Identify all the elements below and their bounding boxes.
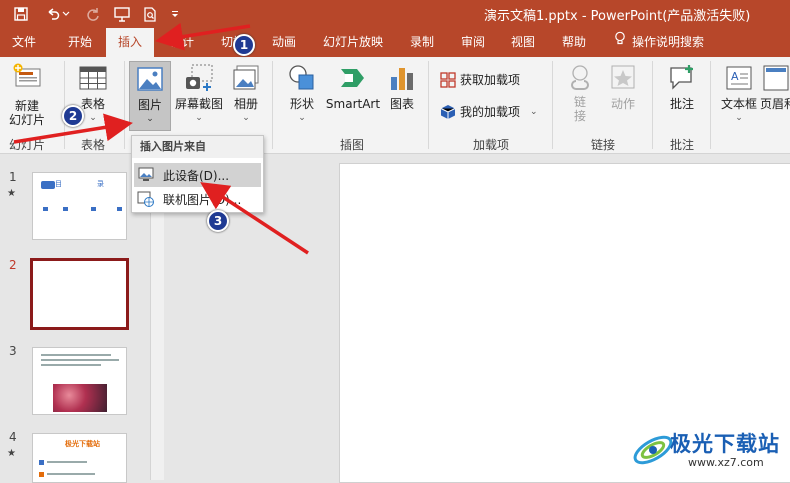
- step-badge-3: 3: [207, 210, 229, 232]
- watermark-url: www.xz7.com: [688, 456, 764, 469]
- step-badge-1: 1: [233, 34, 255, 56]
- watermark-name: 极光下载站: [670, 432, 780, 456]
- step-badge-2: 2: [62, 105, 84, 127]
- watermark: 极光下载站 www.xz7.com: [630, 424, 790, 478]
- annotation-arrows: [13, 22, 309, 255]
